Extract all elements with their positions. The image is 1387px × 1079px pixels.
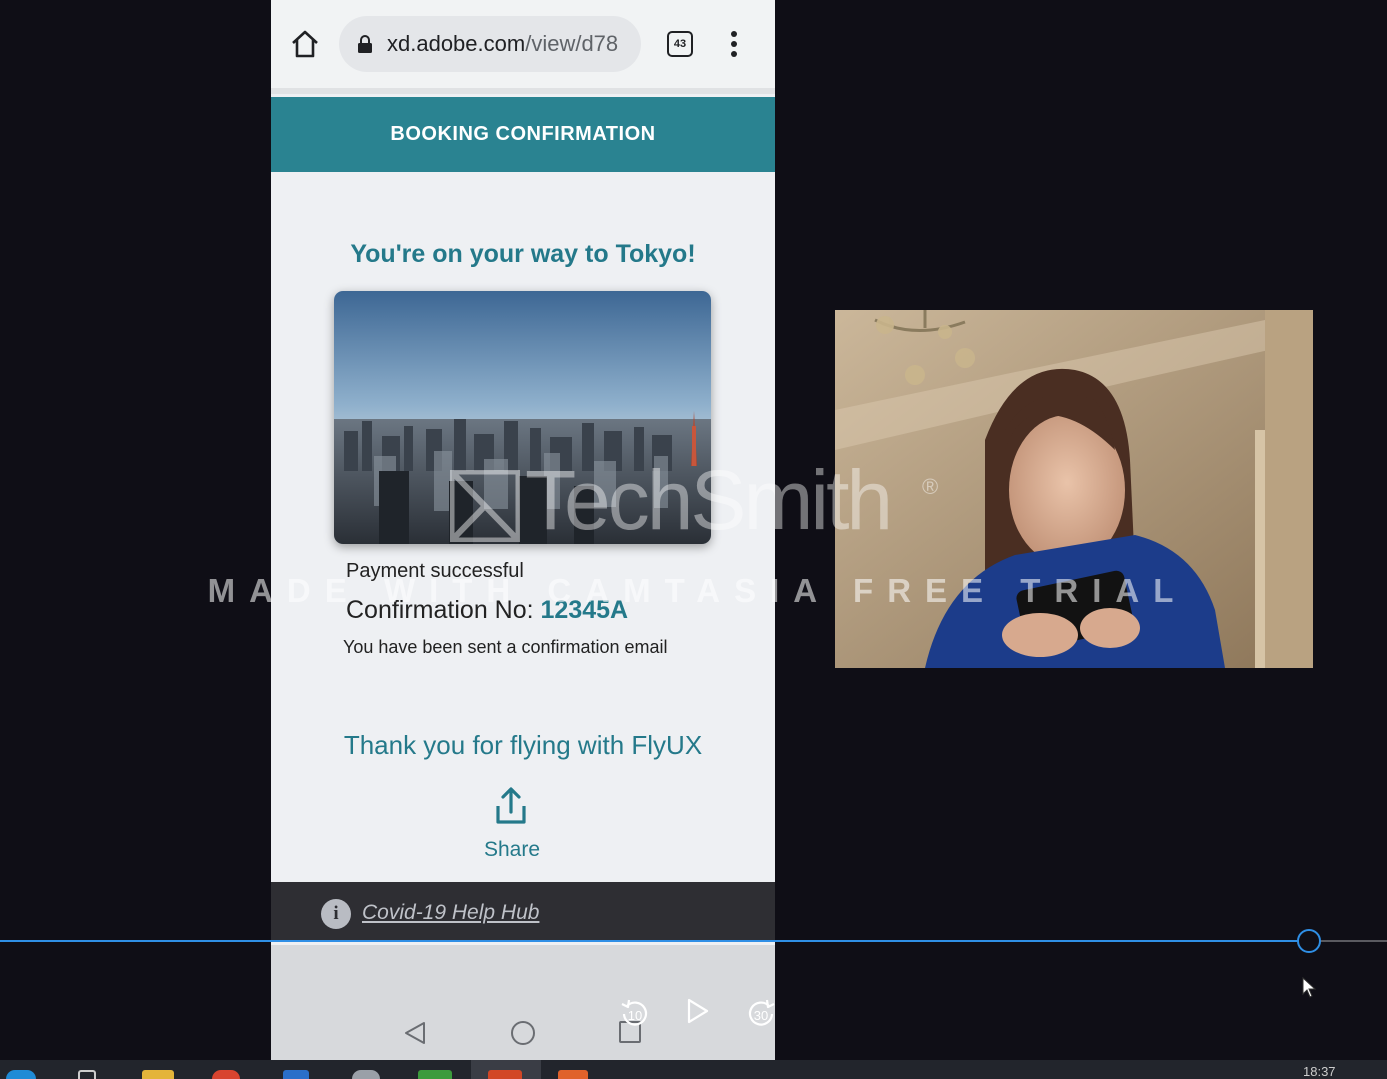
taskview-icon[interactable] xyxy=(78,1070,96,1079)
info-icon: i xyxy=(321,899,351,929)
watermark-brand: TechSmith xyxy=(525,453,893,547)
url-text: xd.adobe.com/view/d78 xyxy=(387,31,618,57)
skip-forward-seconds: 30 xyxy=(753,1008,769,1023)
skip-forward-button[interactable]: 30 xyxy=(745,996,777,1028)
back-icon[interactable] xyxy=(403,1020,427,1046)
booking-header: BOOKING CONFIRMATION xyxy=(271,97,775,172)
webcam-overlay xyxy=(835,310,1313,668)
watermark-trial-text: MADE WITH CAMTASIA FREE TRIAL xyxy=(207,572,1188,609)
powerpoint-icon[interactable] xyxy=(488,1070,522,1079)
progress-knob[interactable] xyxy=(1297,929,1322,953)
cursor-icon xyxy=(1302,977,1317,998)
skip-back-button[interactable]: 10 xyxy=(619,996,651,1028)
home-icon[interactable] xyxy=(289,28,321,60)
start-icon[interactable] xyxy=(6,1070,36,1079)
share-icon[interactable] xyxy=(493,786,529,826)
chrome-icon[interactable] xyxy=(212,1070,240,1079)
covid-help-link[interactable]: Covid-19 Help Hub xyxy=(362,901,539,925)
browser-toolbar: xd.adobe.com/view/d78 43 xyxy=(271,0,775,94)
share-button[interactable]: Share xyxy=(271,838,753,862)
play-icon[interactable] xyxy=(686,998,710,1024)
file-explorer-icon[interactable] xyxy=(142,1070,174,1079)
progress-bar[interactable] xyxy=(0,929,1387,953)
tabs-icon[interactable]: 43 xyxy=(667,31,693,57)
office-icon[interactable] xyxy=(558,1070,588,1079)
covid-banner: i Covid-19 Help Hub xyxy=(271,882,775,942)
menu-icon[interactable] xyxy=(729,30,739,58)
url-domain: xd.adobe.com xyxy=(387,31,526,56)
app-blue-icon[interactable] xyxy=(283,1070,309,1079)
app-green-icon[interactable] xyxy=(418,1070,452,1079)
taskbar-clock: 18:37 xyxy=(1303,1064,1336,1079)
lock-icon xyxy=(358,35,372,53)
headline: You're on your way to Tokyo! xyxy=(350,240,696,268)
email-note: You have been sent a confirmation email xyxy=(343,637,668,657)
watermark-registered-mark: ® xyxy=(922,474,939,499)
techsmith-logo-icon xyxy=(450,470,520,542)
url-path: /view/d78 xyxy=(525,31,619,56)
skip-back-seconds: 10 xyxy=(627,1008,643,1023)
app-grey-icon[interactable] xyxy=(352,1070,380,1079)
address-bar[interactable]: xd.adobe.com/view/d78 xyxy=(339,16,641,72)
progress-fill xyxy=(0,940,1310,942)
home-circle-icon[interactable] xyxy=(511,1021,535,1045)
windows-taskbar: 18:37 xyxy=(0,1060,1387,1079)
thanks-message: Thank you for flying with FlyUX xyxy=(343,730,703,760)
